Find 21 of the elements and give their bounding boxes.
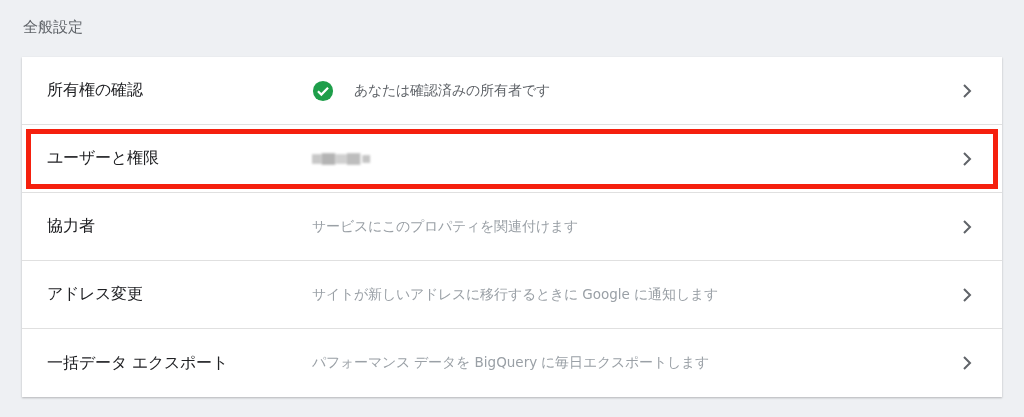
row-description: サイトが新しいアドレスに移行するときに Google に通知します [312, 285, 719, 304]
check-icon [312, 79, 334, 102]
row-label: アドレス変更 [47, 284, 144, 305]
chevron-right-icon [962, 286, 972, 303]
settings-row[interactable]: 一括データ エクスポート パフォーマンス データを BigQuery に毎日エクスポートします [22, 329, 1002, 397]
settings-row[interactable]: 協力者 サービスにこのプロパティを関連付けます [22, 193, 1002, 261]
settings-row[interactable]: ユーザーと権限 [22, 125, 1002, 193]
chevron-right-icon [962, 82, 972, 99]
row-description: あなたは確認済みの所有者です [354, 81, 550, 100]
chevron-right-icon [962, 150, 972, 167]
row-label: ユーザーと権限 [47, 148, 160, 169]
row-label: 一括データ エクスポート [47, 352, 230, 374]
chevron-right-icon [962, 355, 972, 371]
row-description: サービスにこのプロパティを関連付けます [312, 217, 578, 236]
row-label: 協力者 [47, 216, 96, 237]
row-description: パフォーマンス データを BigQuery に毎日エクスポートします [312, 354, 710, 372]
row-label: 所有権の確認 [47, 80, 144, 101]
settings-row[interactable]: 所有権の確認 あなたは確認済みの所有者です [22, 57, 1002, 125]
chevron-right-icon [962, 218, 972, 235]
settings-row[interactable]: アドレス変更 サイトが新しいアドレスに移行するときに Google に通知します [22, 261, 1002, 329]
section-title: 全般設定 [23, 18, 84, 38]
